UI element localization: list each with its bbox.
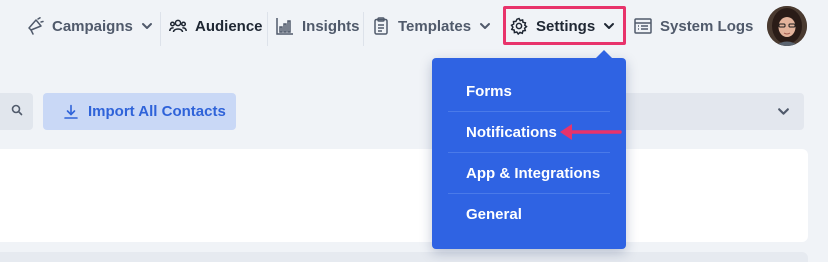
chevron-down-icon	[141, 20, 153, 32]
top-navigation: Campaigns Audience Insights Templates Se…	[0, 0, 828, 52]
nav-insights[interactable]: Insights	[276, 0, 360, 52]
nav-templates-label: Templates	[398, 17, 472, 35]
settings-dropdown-menu: Forms Notifications App & Integrations G…	[432, 50, 626, 249]
search-button[interactable]	[0, 93, 33, 130]
nav-campaigns-label: Campaigns	[52, 17, 133, 35]
list-icon	[634, 17, 652, 35]
nav-audience[interactable]: Audience	[169, 0, 263, 52]
menu-item-general[interactable]: General	[448, 194, 610, 235]
people-icon	[169, 17, 187, 35]
clipboard-icon	[372, 17, 390, 35]
nav-divider	[267, 12, 268, 46]
chevron-down-icon	[479, 20, 491, 32]
nav-insights-label: Insights	[302, 17, 360, 35]
avatar[interactable]	[767, 6, 807, 46]
nav-divider	[363, 12, 364, 46]
menu-item-label: Notifications	[466, 124, 557, 141]
megaphone-icon	[26, 17, 44, 35]
chevron-down-icon	[777, 105, 790, 118]
nav-system-logs[interactable]: System Logs	[634, 0, 753, 52]
menu-item-label: Forms	[466, 83, 512, 100]
annotation-arrow-icon	[560, 124, 622, 140]
nav-system-logs-label: System Logs	[660, 17, 754, 35]
bar-chart-icon	[276, 17, 294, 35]
nav-campaigns[interactable]: Campaigns	[26, 0, 153, 52]
menu-item-label: General	[466, 206, 522, 223]
import-all-contacts-label: Import All Contacts	[88, 103, 226, 120]
content-panel	[0, 149, 808, 242]
menu-item-label: App & Integrations	[466, 165, 601, 182]
dropdown-caret	[595, 50, 613, 59]
settings-highlight-box	[503, 6, 626, 45]
download-icon	[63, 104, 79, 120]
content-panel-secondary	[0, 252, 808, 262]
nav-templates[interactable]: Templates	[372, 0, 491, 52]
import-all-contacts-button[interactable]: Import All Contacts	[43, 93, 236, 130]
filter-select[interactable]	[600, 93, 804, 130]
nav-divider	[160, 12, 161, 46]
menu-item-forms[interactable]: Forms	[448, 71, 610, 112]
nav-audience-label: Audience	[195, 17, 263, 35]
menu-item-app-integrations[interactable]: App & Integrations	[448, 153, 610, 194]
search-icon	[11, 103, 23, 121]
